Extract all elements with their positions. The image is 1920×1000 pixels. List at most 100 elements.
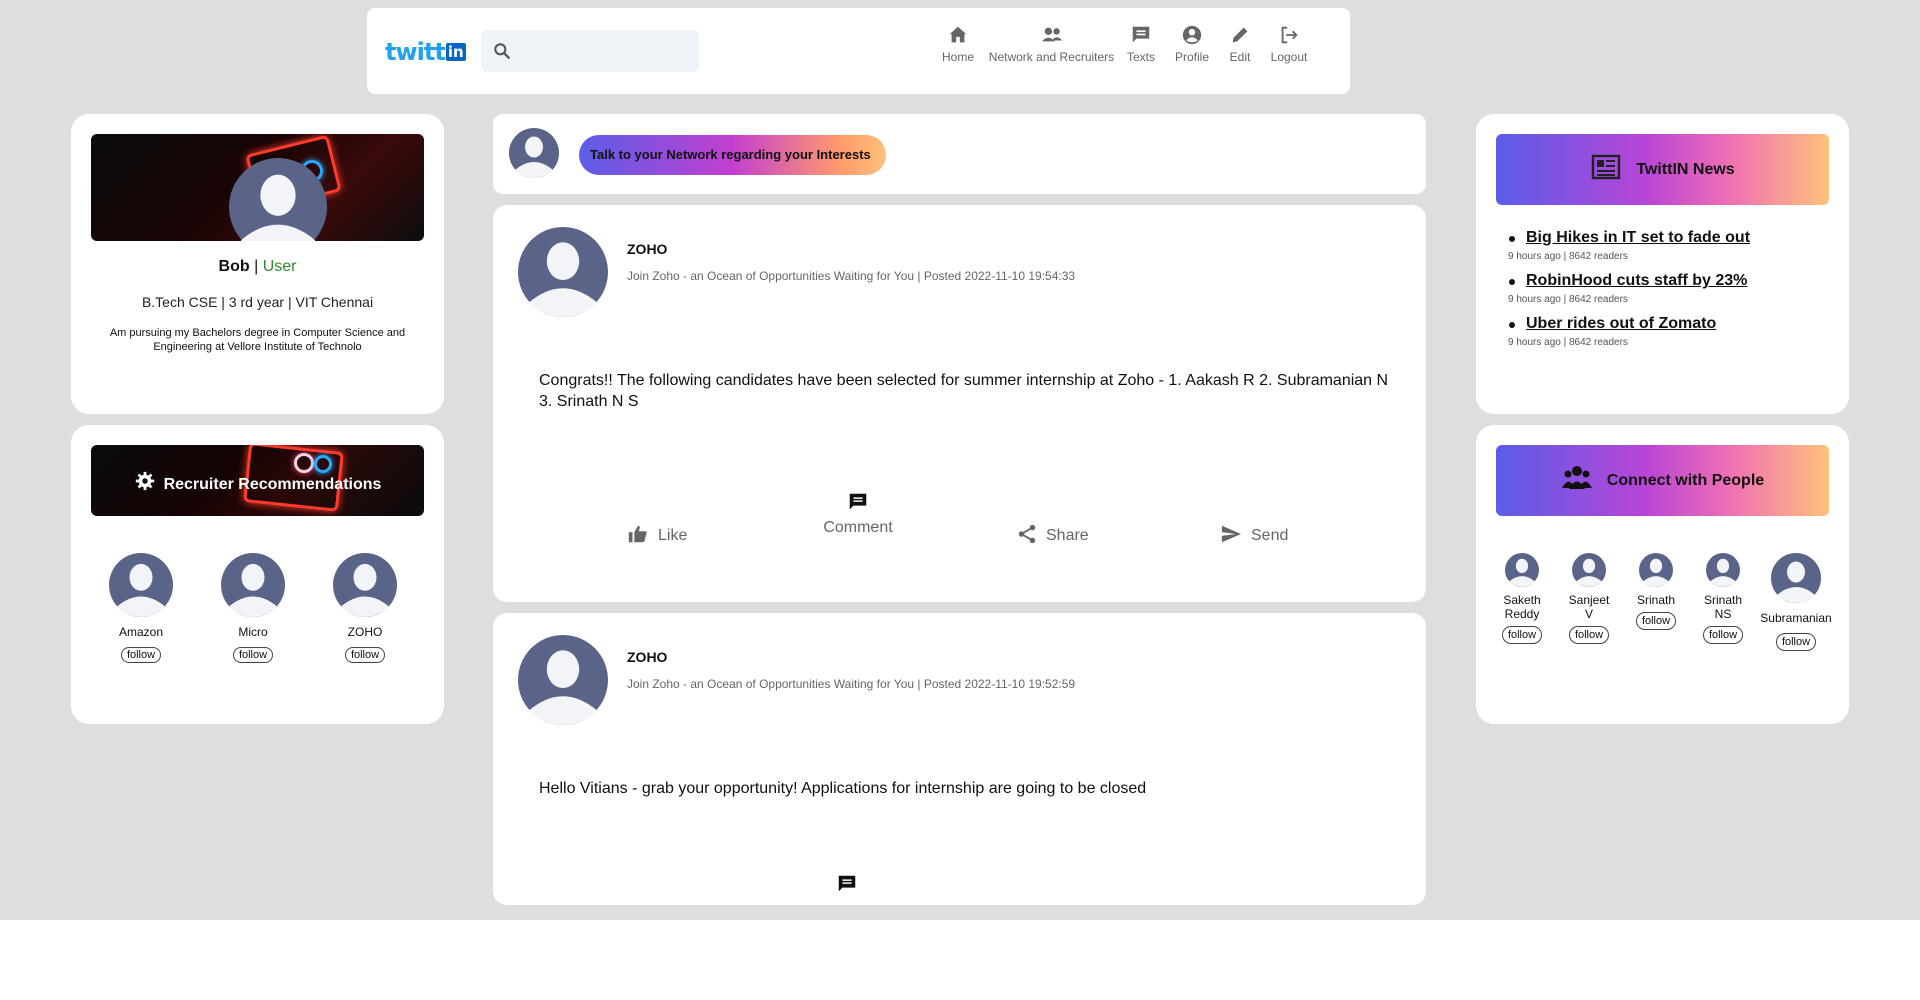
search-input[interactable]: [481, 30, 699, 72]
news-headline[interactable]: Uber rides out of Zomato: [1526, 314, 1828, 334]
logout-icon: [1281, 26, 1298, 44]
profile-role: User: [262, 258, 297, 275]
thumbs-up-icon: [628, 525, 647, 543]
news-card: TwittIN News Big Hikes in IT set to fade…: [1476, 114, 1849, 414]
follow-button[interactable]: follow: [120, 647, 162, 663]
pencil-icon: [1232, 27, 1248, 43]
nav-profile-label: Profile: [1174, 50, 1209, 64]
person-name: Subramanian: [1760, 611, 1832, 625]
person-item[interactable]: Sanjeet V follow: [1561, 553, 1617, 644]
nav-logout[interactable]: Logout: [1263, 24, 1315, 64]
avatar: [333, 553, 397, 617]
comment-button[interactable]: Comment: [818, 491, 898, 537]
follow-button[interactable]: follow: [1635, 612, 1677, 630]
profile-bio: Am pursuing my Bachelors degree in Compu…: [109, 327, 406, 353]
recruiter-title: Recruiter Recommendations: [163, 476, 382, 493]
post-content: Congrats!! The following candidates have…: [539, 372, 1389, 410]
post-content: Hello Vitians - grab your opportunity! A…: [539, 780, 1147, 797]
post-author[interactable]: ZOHO: [627, 649, 667, 665]
comment-icon[interactable]: [836, 873, 858, 895]
post-author[interactable]: ZOHO: [627, 241, 667, 257]
nav-home-label: Home: [941, 50, 974, 64]
send-label: Send: [1251, 527, 1289, 544]
nav-network[interactable]: Network and Recruiters: [984, 24, 1119, 64]
person-name: Srinath: [1636, 593, 1676, 607]
gear-icon: [135, 471, 154, 491]
top-navbar: twitt in Home Network and Recruiters Text…: [367, 8, 1350, 94]
avatar: [1572, 553, 1606, 587]
news-meta: 9 hours ago | 8642 readers: [1508, 251, 1628, 262]
recruiter-item[interactable]: ZOHO follow: [325, 553, 405, 663]
nav-logout-label: Logout: [1270, 50, 1308, 64]
avatar: [518, 227, 608, 317]
news-headline[interactable]: Big Hikes in IT set to fade out: [1526, 228, 1828, 248]
nav-texts-label: Texts: [1126, 50, 1155, 64]
comment-label: Comment: [823, 519, 893, 536]
person-item[interactable]: Subramanian follow: [1760, 553, 1832, 651]
search-icon: [494, 43, 510, 59]
app-logo[interactable]: twitt in: [385, 38, 466, 66]
person-item[interactable]: Srinath NS follow: [1695, 553, 1751, 644]
avatar: [109, 553, 173, 617]
news-item[interactable]: Uber rides out of Zomato 9 hours ago | 8…: [1508, 314, 1828, 352]
post-subtitle: Join Zoho - an Ocean of Opportunities Wa…: [627, 677, 1076, 691]
nav-edit-label: Edit: [1229, 50, 1251, 64]
recruiter-card: Recruiter Recommendations Amazon follow …: [71, 425, 444, 724]
message-icon: [1132, 26, 1150, 43]
person-item[interactable]: Srinath follow: [1628, 553, 1684, 630]
nav-network-label: Network and Recruiters: [988, 50, 1115, 64]
news-header: TwittIN News: [1496, 134, 1829, 205]
nav-texts[interactable]: Texts: [1120, 24, 1162, 64]
follow-button[interactable]: follow: [1501, 626, 1543, 644]
recruiter-name: Micro: [238, 625, 268, 639]
recruiter-name: Amazon: [118, 625, 164, 639]
share-icon: [1018, 524, 1036, 544]
like-label: Like: [658, 527, 688, 544]
recruiter-item[interactable]: Micro follow: [213, 553, 293, 663]
nav-edit[interactable]: Edit: [1220, 24, 1260, 64]
share-button[interactable]: Share: [1016, 523, 1089, 545]
newspaper-icon: [1592, 154, 1621, 180]
recruiter-banner: Recruiter Recommendations: [91, 445, 424, 516]
avatar: [1771, 553, 1821, 603]
news-title: TwittIN News: [1636, 161, 1735, 178]
news-item[interactable]: Big Hikes in IT set to fade out 9 hours …: [1508, 228, 1828, 266]
profile-name: Bob | User: [218, 258, 297, 275]
avatar: [221, 553, 285, 617]
profile-banner: [91, 134, 424, 241]
news-list[interactable]: Big Hikes in IT set to fade out 9 hours …: [1508, 228, 1828, 366]
news-meta: 9 hours ago | 8642 readers: [1508, 294, 1628, 305]
compose-box: Talk to your Network regarding your Inte…: [493, 114, 1426, 194]
send-button[interactable]: Send: [1219, 523, 1288, 545]
profile-card: Bob | User B.Tech CSE | 3 rd year | VIT …: [71, 114, 444, 414]
follow-button[interactable]: follow: [1568, 626, 1610, 644]
post-card: ZOHO Join Zoho - an Ocean of Opportuniti…: [493, 205, 1426, 602]
avatar: [1639, 553, 1673, 587]
recruiter-name: ZOHO: [347, 625, 383, 639]
recruiter-item[interactable]: Amazon follow: [101, 553, 181, 663]
news-headline[interactable]: RobinHood cuts staff by 23%: [1526, 271, 1828, 291]
person-name: Saketh Reddy: [1503, 593, 1541, 621]
news-meta: 9 hours ago | 8642 readers: [1508, 337, 1628, 348]
nav-home[interactable]: Home: [932, 24, 984, 64]
follow-button[interactable]: follow: [1775, 633, 1817, 651]
people-icon: [1561, 466, 1592, 489]
people-icon: [1041, 27, 1062, 42]
person-name: Srinath NS: [1703, 593, 1743, 621]
talk-to-network-button[interactable]: Talk to your Network regarding your Inte…: [579, 135, 886, 175]
avatar: [229, 158, 327, 241]
avatar: [1706, 553, 1740, 587]
like-button[interactable]: Like: [626, 523, 687, 545]
comment-icon: [849, 493, 867, 510]
share-label: Share: [1046, 527, 1089, 544]
profile-education: B.Tech CSE | 3 rd year | VIT Chennai: [141, 294, 374, 310]
person-item[interactable]: Saketh Reddy follow: [1494, 553, 1550, 644]
send-icon: [1221, 525, 1242, 543]
follow-button[interactable]: follow: [344, 647, 386, 663]
news-item[interactable]: RobinHood cuts staff by 23% 9 hours ago …: [1508, 271, 1828, 309]
home-icon: [949, 26, 967, 43]
follow-button[interactable]: follow: [232, 647, 274, 663]
connect-header: Connect with People: [1496, 445, 1829, 516]
nav-profile[interactable]: Profile: [1167, 24, 1217, 64]
follow-button[interactable]: follow: [1702, 626, 1744, 644]
